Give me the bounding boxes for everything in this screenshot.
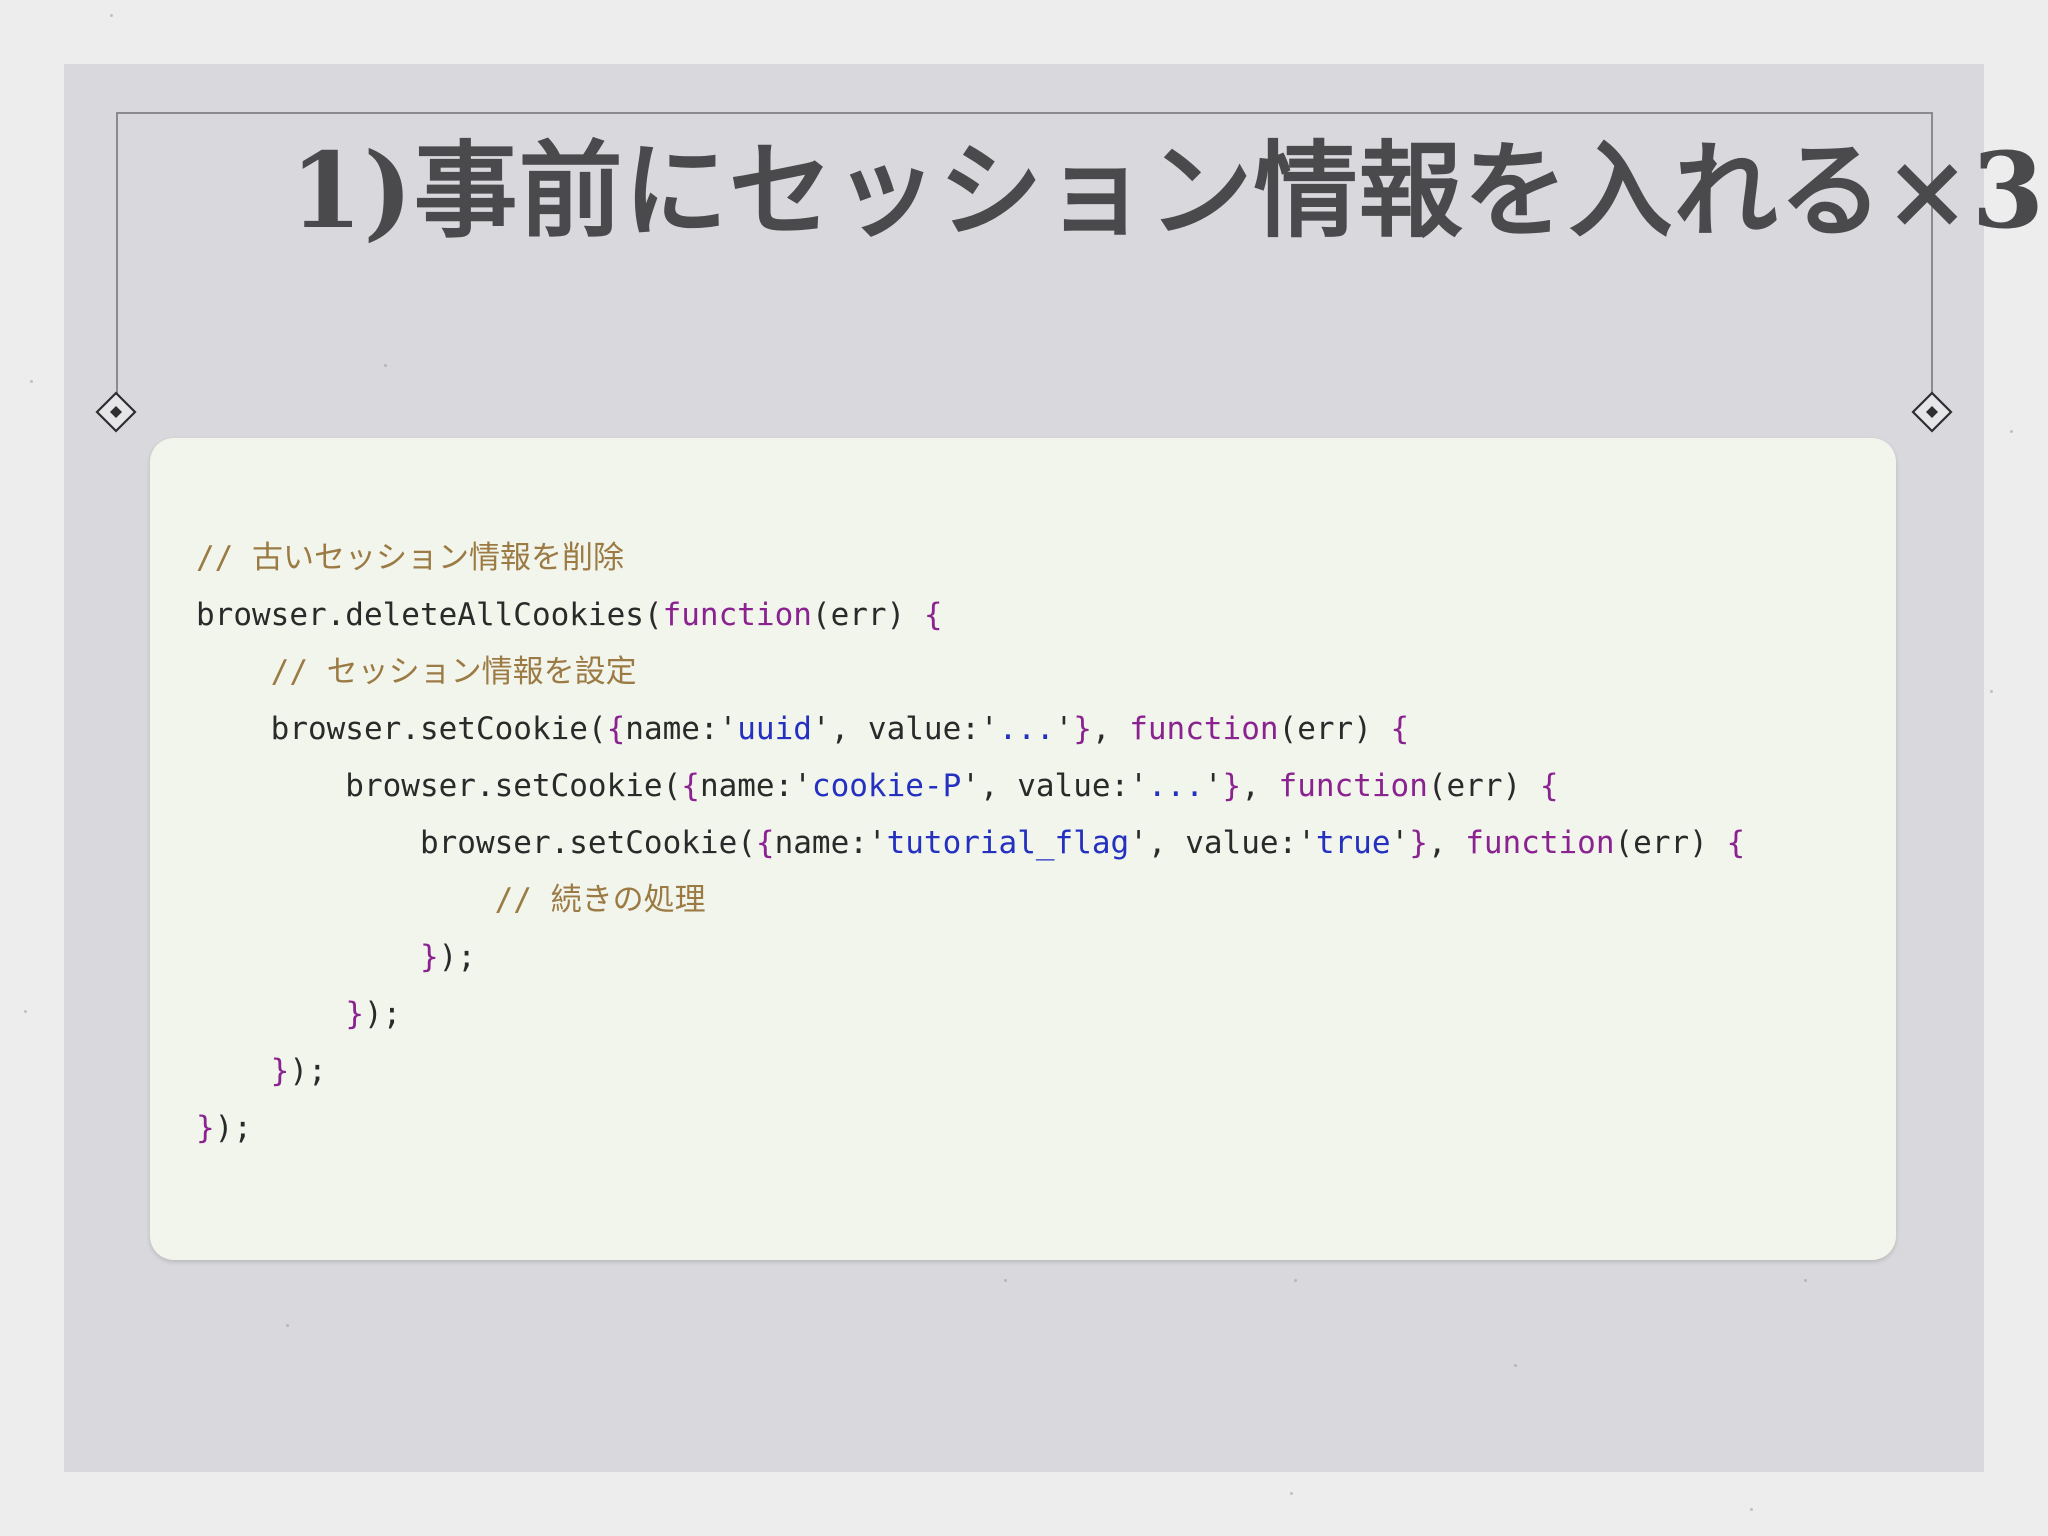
code-brace: }: [1409, 825, 1428, 861]
code-text: (err): [1427, 768, 1540, 804]
code-brace: {: [606, 711, 626, 747]
code-line: });: [196, 929, 1896, 986]
background-speck: [1750, 1508, 1753, 1511]
code-text: browser.deleteAllCookies(: [196, 597, 663, 633]
code-string: ...: [1147, 768, 1204, 804]
background-speck: [110, 14, 113, 17]
code-line: // 続きの処理: [196, 872, 1896, 929]
code-text: );: [363, 996, 402, 1032]
code-line: // セッション情報を設定: [196, 644, 1896, 701]
background-speck: [30, 380, 33, 383]
code-brace: }: [1073, 711, 1092, 747]
code-text: ': [1203, 768, 1223, 804]
code-brace: }: [270, 1053, 290, 1089]
code-text: ', value:': [1129, 825, 1316, 861]
code-line: browser.setCookie({name:'uuid', value:'.…: [196, 701, 1896, 758]
slide-title: 1)事前にセッション情報を入れる×3: [290, 129, 2046, 252]
code-text: (err): [1278, 711, 1391, 747]
slide-speck: [384, 364, 387, 367]
code-string: true: [1315, 825, 1391, 861]
code-comment: // セッション情報を設定: [270, 654, 637, 690]
code-text: (err): [811, 597, 924, 633]
background-speck: [1290, 1492, 1293, 1495]
code-text: name:': [699, 768, 812, 804]
code-brace: }: [419, 939, 439, 975]
code-string: tutorial_flag: [886, 825, 1130, 861]
code-text: (err): [1614, 825, 1727, 861]
code-line: });: [196, 1043, 1896, 1100]
code-brace: }: [1222, 768, 1242, 804]
code-line: browser.setCookie({name:'cookie-P', valu…: [196, 758, 1896, 815]
code-text: ,: [1091, 711, 1130, 747]
code-text: );: [214, 1110, 252, 1146]
code-brace: }: [196, 1110, 215, 1146]
background-speck: [1990, 690, 1993, 693]
code-text: name:': [625, 711, 738, 747]
code-keyword: function: [1129, 711, 1279, 747]
title-frame-top: [116, 112, 1933, 114]
code-text: );: [438, 939, 476, 975]
code-text: ,: [1241, 768, 1279, 804]
code-text: browser.setCookie(: [196, 768, 682, 804]
slide-speck: [286, 1324, 289, 1327]
code-line: // 古いセッション情報を削除: [196, 530, 1896, 587]
code-brace: {: [923, 597, 943, 633]
code-comment: // 古いセッション情報を削除: [196, 540, 624, 576]
code-brace: {: [1390, 711, 1410, 747]
code-text: ', value:': [811, 711, 999, 747]
diamond-ornament-icon: [1911, 391, 1953, 433]
code-text: browser.setCookie(: [196, 825, 756, 861]
code-text: ', value:': [961, 768, 1148, 804]
code-brace: {: [1539, 768, 1559, 804]
code-brace: {: [755, 825, 775, 861]
code-text: browser.setCookie(: [196, 711, 607, 747]
code-text: name:': [774, 825, 887, 861]
background-speck: [2010, 430, 2013, 433]
code-string: cookie-P: [811, 768, 962, 804]
code-text: ': [1390, 825, 1410, 861]
slide-speck: [1294, 1279, 1297, 1282]
code-comment: // 続きの処理: [494, 882, 706, 918]
code-string: uuid: [737, 711, 812, 747]
code-keyword: function: [1278, 768, 1428, 804]
code-text: );: [289, 1053, 327, 1089]
code-keyword: function: [662, 597, 812, 633]
title-frame-left: [116, 112, 118, 394]
code-block: // 古いセッション情報を削除 browser.deleteAllCookies(…: [150, 438, 1896, 1260]
code-brace: }: [345, 996, 364, 1032]
slide-speck: [1514, 1364, 1517, 1367]
code-keyword: function: [1465, 825, 1615, 861]
code-text: ,: [1427, 825, 1466, 861]
slide-speck: [1004, 1279, 1007, 1282]
slide-speck: [1804, 1279, 1807, 1282]
code-brace: {: [681, 768, 700, 804]
code-lines: // 古いセッション情報を削除 browser.deleteAllCookies(…: [196, 530, 1896, 1157]
background-speck: [24, 1010, 27, 1013]
code-line: });: [196, 986, 1896, 1043]
code-brace: {: [1726, 825, 1746, 861]
code-line: });: [196, 1100, 1896, 1157]
code-line: browser.deleteAllCookies(function(err) {: [196, 587, 1896, 644]
diamond-ornament-icon: [95, 391, 137, 433]
code-line: browser.setCookie({name:'tutorial_flag',…: [196, 815, 1896, 872]
code-text: ': [1054, 711, 1074, 747]
code-string: ...: [998, 711, 1055, 747]
